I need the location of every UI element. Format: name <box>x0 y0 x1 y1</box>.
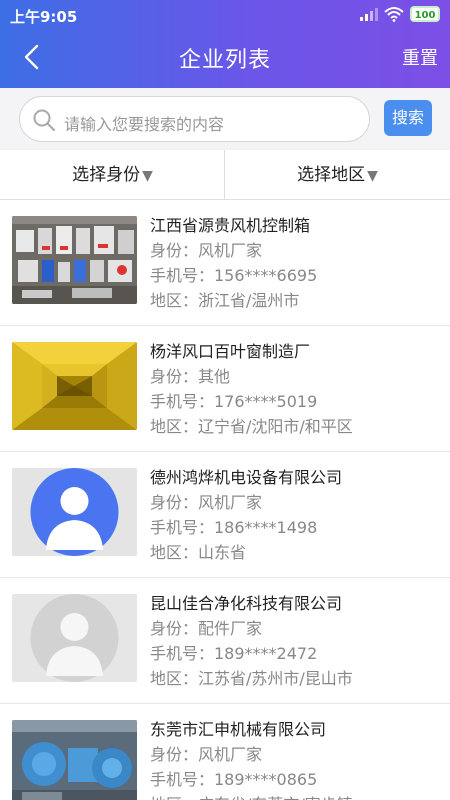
company-thumbnail <box>12 216 137 304</box>
identity-filter[interactable]: 选择身份 ▼ <box>0 150 225 200</box>
company-name: 江西省源贵风机控制箱 <box>150 216 311 235</box>
company-thumbnail <box>12 342 137 430</box>
company-identity: 身份：风机厂家 <box>150 745 263 764</box>
company-region: 地区：辽宁省/沈阳市/和平区 <box>150 417 353 436</box>
status-bar: 上午9:05 100 <box>0 0 450 32</box>
search-icon <box>33 109 56 132</box>
region-filter-label: 选择地区 <box>297 165 366 185</box>
company-name: 杨洋风口百叶窗制造厂 <box>150 342 311 361</box>
company-thumbnail <box>12 720 137 800</box>
identity-filter-label: 选择身份 <box>72 165 141 185</box>
company-region: 地区：山东省 <box>150 543 247 562</box>
battery-icon: 100 <box>410 6 440 22</box>
fan-machine-image-icon <box>12 720 137 800</box>
wifi-icon <box>384 7 404 22</box>
status-time: 上午9:05 <box>10 8 78 26</box>
dropdown-triangle-icon: ▼ <box>142 168 153 184</box>
navigation-row: 企业列表 重置 <box>0 32 450 82</box>
louver-vent-image-icon <box>12 342 137 430</box>
company-region: 地区：江苏省/苏州市/昆山市 <box>150 669 353 688</box>
avatar-placeholder-icon <box>12 468 137 556</box>
company-identity: 身份：配件厂家 <box>150 619 263 638</box>
company-phone: 手机号：156****6695 <box>150 266 318 285</box>
company-list: 江西省源贵风机控制箱 身份：风机厂家 手机号：156****6695 地区：浙江… <box>0 200 450 800</box>
avatar-placeholder-icon <box>12 594 137 682</box>
company-identity: 身份：风机厂家 <box>150 493 263 512</box>
list-item[interactable]: 昆山佳合净化科技有限公司 身份：配件厂家 手机号：189****2472 地区：… <box>0 578 450 704</box>
company-thumbnail <box>12 594 137 682</box>
page-title: 企业列表 <box>178 48 271 73</box>
search-input[interactable]: 请输入您要搜索的内容 <box>19 96 370 142</box>
company-phone: 手机号：186****1498 <box>150 518 318 537</box>
search-placeholder: 请输入您要搜索的内容 <box>64 115 225 134</box>
list-item[interactable]: 东莞市汇申机械有限公司 身份：风机厂家 手机号：189****0865 地区：广… <box>0 704 450 800</box>
company-region: 地区：浙江省/温州市 <box>150 291 300 310</box>
company-name: 东莞市汇申机械有限公司 <box>150 720 327 739</box>
list-item[interactable]: 杨洋风口百叶窗制造厂 身份：其他 手机号：176****5019 地区：辽宁省/… <box>0 326 450 452</box>
list-item[interactable]: 江西省源贵风机控制箱 身份：风机厂家 手机号：156****6695 地区：浙江… <box>0 200 450 326</box>
region-filter[interactable]: 选择地区 ▼ <box>225 150 450 200</box>
top-app-bar: 上午9:05 100 企业列表 重置 <box>0 0 450 88</box>
signal-icon <box>360 8 378 21</box>
company-phone: 手机号：176****5019 <box>150 392 318 411</box>
search-button[interactable]: 搜索 <box>384 100 432 136</box>
company-name: 德州鸿烨机电设备有限公司 <box>150 468 343 487</box>
company-phone: 手机号：189****2472 <box>150 644 318 663</box>
company-phone: 手机号：189****0865 <box>150 770 318 789</box>
filter-bar: 选择身份 ▼ 选择地区 ▼ <box>0 150 450 200</box>
status-icons: 100 <box>360 6 440 22</box>
control-box-image-icon <box>12 216 137 304</box>
company-identity: 身份：风机厂家 <box>150 241 263 260</box>
dropdown-triangle-icon: ▼ <box>367 168 378 184</box>
search-bar: 请输入您要搜索的内容 搜索 <box>0 88 450 148</box>
company-thumbnail <box>12 468 137 556</box>
company-region: 地区：广东省/东莞市/寮步镇 <box>150 791 353 800</box>
company-identity: 身份：其他 <box>150 367 231 386</box>
company-name: 昆山佳合净化科技有限公司 <box>150 594 343 613</box>
reset-button[interactable]: 重置 <box>402 44 438 70</box>
list-item[interactable]: 德州鸿烨机电设备有限公司 身份：风机厂家 手机号：186****1498 地区：… <box>0 452 450 578</box>
